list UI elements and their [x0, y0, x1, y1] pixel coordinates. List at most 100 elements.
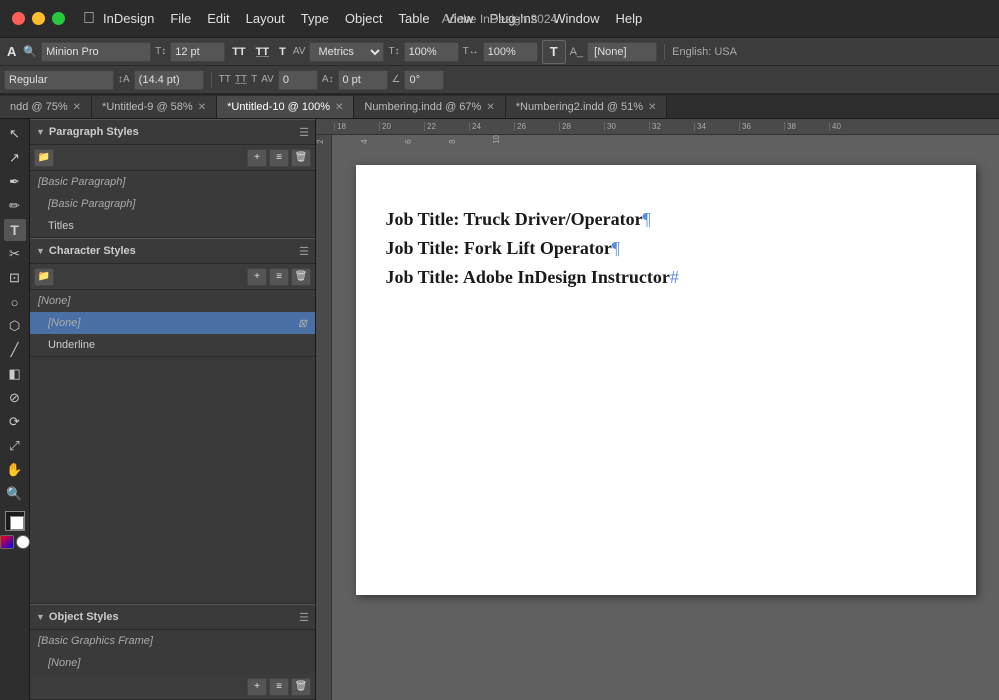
- canvas-area[interactable]: 18 20 22 24 26 28 30 32 34 36 38 40 2468…: [316, 119, 999, 700]
- object-styles-header[interactable]: ▼ Object Styles ☰: [30, 604, 315, 630]
- tab-4-close[interactable]: ✕: [648, 102, 656, 113]
- font-family-input[interactable]: [41, 42, 151, 62]
- character-styles-header[interactable]: ▼ Character Styles ☰: [30, 238, 315, 264]
- para-new-group-btn[interactable]: 📁: [34, 149, 54, 167]
- char-new-group-btn[interactable]: 📁: [34, 268, 54, 286]
- tool-type[interactable]: T: [4, 219, 26, 241]
- tool-pencil[interactable]: ✏: [4, 195, 26, 217]
- menu-file[interactable]: File: [170, 11, 191, 26]
- search-icon: 🔍: [23, 45, 37, 58]
- page-content[interactable]: Job Title: Truck Driver/Operator¶ Job Ti…: [386, 205, 946, 291]
- tab-2-close[interactable]: ✕: [335, 102, 343, 113]
- character-styles-menu-icon[interactable]: ☰: [299, 245, 309, 258]
- tool-gradient[interactable]: ◧: [4, 363, 26, 385]
- para-add-btn[interactable]: +: [247, 149, 267, 167]
- toolbar-row-1: A 🔍 T↕ TT T̲T̲ T AV Metrics T↕ T↔ T A_ […: [0, 38, 999, 66]
- paragraph-styles-title: Paragraph Styles: [49, 126, 295, 138]
- tab-0-close[interactable]: ✕: [73, 102, 81, 113]
- object-styles-menu-icon[interactable]: ☰: [299, 611, 309, 624]
- menu-type[interactable]: Type: [301, 11, 329, 26]
- fill-color[interactable]: [5, 511, 25, 531]
- style-none-display: [None]: [587, 42, 657, 62]
- tool-ellipse[interactable]: ○: [4, 291, 26, 313]
- char-style-break-icon: ⊠: [298, 317, 307, 330]
- page[interactable]: Job Title: Truck Driver/Operator¶ Job Ti…: [356, 165, 976, 595]
- paragraph-styles-header[interactable]: ▼ Paragraph Styles ☰: [30, 119, 315, 145]
- char-add-btn[interactable]: +: [247, 268, 267, 286]
- pilcrow-2: #: [670, 267, 679, 287]
- horizontal-scale-input[interactable]: [404, 42, 459, 62]
- angle-input[interactable]: [404, 70, 444, 90]
- obj-trash-btn[interactable]: 🗑: [291, 678, 311, 696]
- ruler-tick-24: 24: [469, 122, 514, 131]
- char-style-underline[interactable]: Underline: [30, 334, 315, 356]
- tool-pen[interactable]: ✒: [4, 171, 26, 193]
- color-mode-btn[interactable]: [0, 535, 14, 549]
- menu-help[interactable]: Help: [615, 11, 642, 26]
- maximize-button[interactable]: [52, 12, 65, 25]
- obj-options-btn[interactable]: ≡: [269, 678, 289, 696]
- tool-eyedropper[interactable]: ⊘: [4, 387, 26, 409]
- tool-rectangle-frame[interactable]: ⊡: [4, 267, 26, 289]
- tool-scissors[interactable]: ✂: [4, 243, 26, 265]
- para-style-titles[interactable]: Titles: [30, 215, 315, 237]
- char-style-underline-label: Underline: [48, 339, 95, 351]
- char-options-btn[interactable]: ≡: [269, 268, 289, 286]
- tab-4-label: *Numbering2.indd @ 51%: [516, 101, 643, 113]
- tab-2[interactable]: *Untitled-10 @ 100% ✕: [217, 96, 354, 118]
- color-mode-buttons: [0, 535, 30, 549]
- tool-zoom[interactable]: 🔍: [4, 483, 26, 505]
- tool-rotate[interactable]: ⟳: [4, 411, 26, 433]
- leading-input[interactable]: [134, 70, 204, 90]
- text-tool-btn[interactable]: T: [542, 40, 566, 64]
- kerning-select[interactable]: Metrics: [309, 42, 384, 62]
- char-trash-btn[interactable]: 🗑: [291, 268, 311, 286]
- tab-1[interactable]: *Untitled-9 @ 58% ✕: [92, 96, 217, 118]
- tab-0[interactable]: ndd @ 75% ✕: [0, 96, 92, 118]
- vertical-scale-input[interactable]: [483, 42, 538, 62]
- font-size-input[interactable]: [170, 42, 225, 62]
- minimize-button[interactable]: [32, 12, 45, 25]
- tab-4[interactable]: *Numbering2.indd @ 51% ✕: [506, 96, 668, 118]
- baseline-input[interactable]: [338, 70, 388, 90]
- menu-layout[interactable]: Layout: [246, 11, 285, 26]
- tool-line[interactable]: ╱: [4, 339, 26, 361]
- para-trash-btn[interactable]: 🗑: [291, 149, 311, 167]
- tracking-input[interactable]: [278, 70, 318, 90]
- tab-3-close[interactable]: ✕: [486, 102, 494, 113]
- menu-edit[interactable]: Edit: [207, 11, 229, 26]
- tool-hand[interactable]: ✋: [4, 459, 26, 481]
- para-style-basic-root[interactable]: [Basic Paragraph]: [30, 171, 315, 193]
- stroke-color[interactable]: [10, 516, 24, 530]
- ruler-tick-34: 34: [694, 122, 739, 131]
- tool-polygon[interactable]: ⬡: [4, 315, 26, 337]
- menu-table[interactable]: Table: [398, 11, 429, 26]
- none-mode-btn[interactable]: [16, 535, 30, 549]
- document-line-1[interactable]: Job Title: Fork Lift Operator¶: [386, 234, 946, 263]
- font-style-input[interactable]: [4, 70, 114, 90]
- char-style-none-root[interactable]: [None]: [30, 290, 315, 312]
- tool-direct-selection[interactable]: ↗: [4, 147, 26, 169]
- tool-selection[interactable]: ↖: [4, 123, 26, 145]
- tool-scale[interactable]: ⤢: [4, 435, 26, 457]
- menu-indesign[interactable]: InDesign: [103, 11, 154, 26]
- obj-style-basic-graphics[interactable]: [Basic Graphics Frame]: [30, 630, 315, 652]
- tab-3[interactable]: Numbering.indd @ 67% ✕: [354, 96, 505, 118]
- paragraph-styles-menu-icon[interactable]: ☰: [299, 126, 309, 139]
- document-area[interactable]: Job Title: Truck Driver/Operator¶ Job Ti…: [332, 135, 999, 700]
- char-style-none[interactable]: [None] ⊠: [30, 312, 315, 334]
- tab-1-close[interactable]: ✕: [198, 102, 206, 113]
- obj-add-btn[interactable]: +: [247, 678, 267, 696]
- document-line-2[interactable]: Job Title: Adobe InDesign Instructor#: [386, 263, 946, 292]
- document-line-0[interactable]: Job Title: Truck Driver/Operator¶: [386, 205, 946, 234]
- obj-style-none[interactable]: [None]: [30, 652, 315, 674]
- para-options-btn[interactable]: ≡: [269, 149, 289, 167]
- font-style-indicator: A: [4, 44, 19, 59]
- para-style-basic[interactable]: [Basic Paragraph]: [30, 193, 315, 215]
- close-button[interactable]: [12, 12, 25, 25]
- ruler-numbers: 18 20 22 24 26 28 30 32 34 36 38 40: [334, 122, 874, 131]
- menu-object[interactable]: Object: [345, 11, 383, 26]
- tt-icon-1: TT: [219, 74, 231, 85]
- baseline-icon: A↕: [322, 74, 334, 85]
- menu-window[interactable]: Window: [553, 11, 599, 26]
